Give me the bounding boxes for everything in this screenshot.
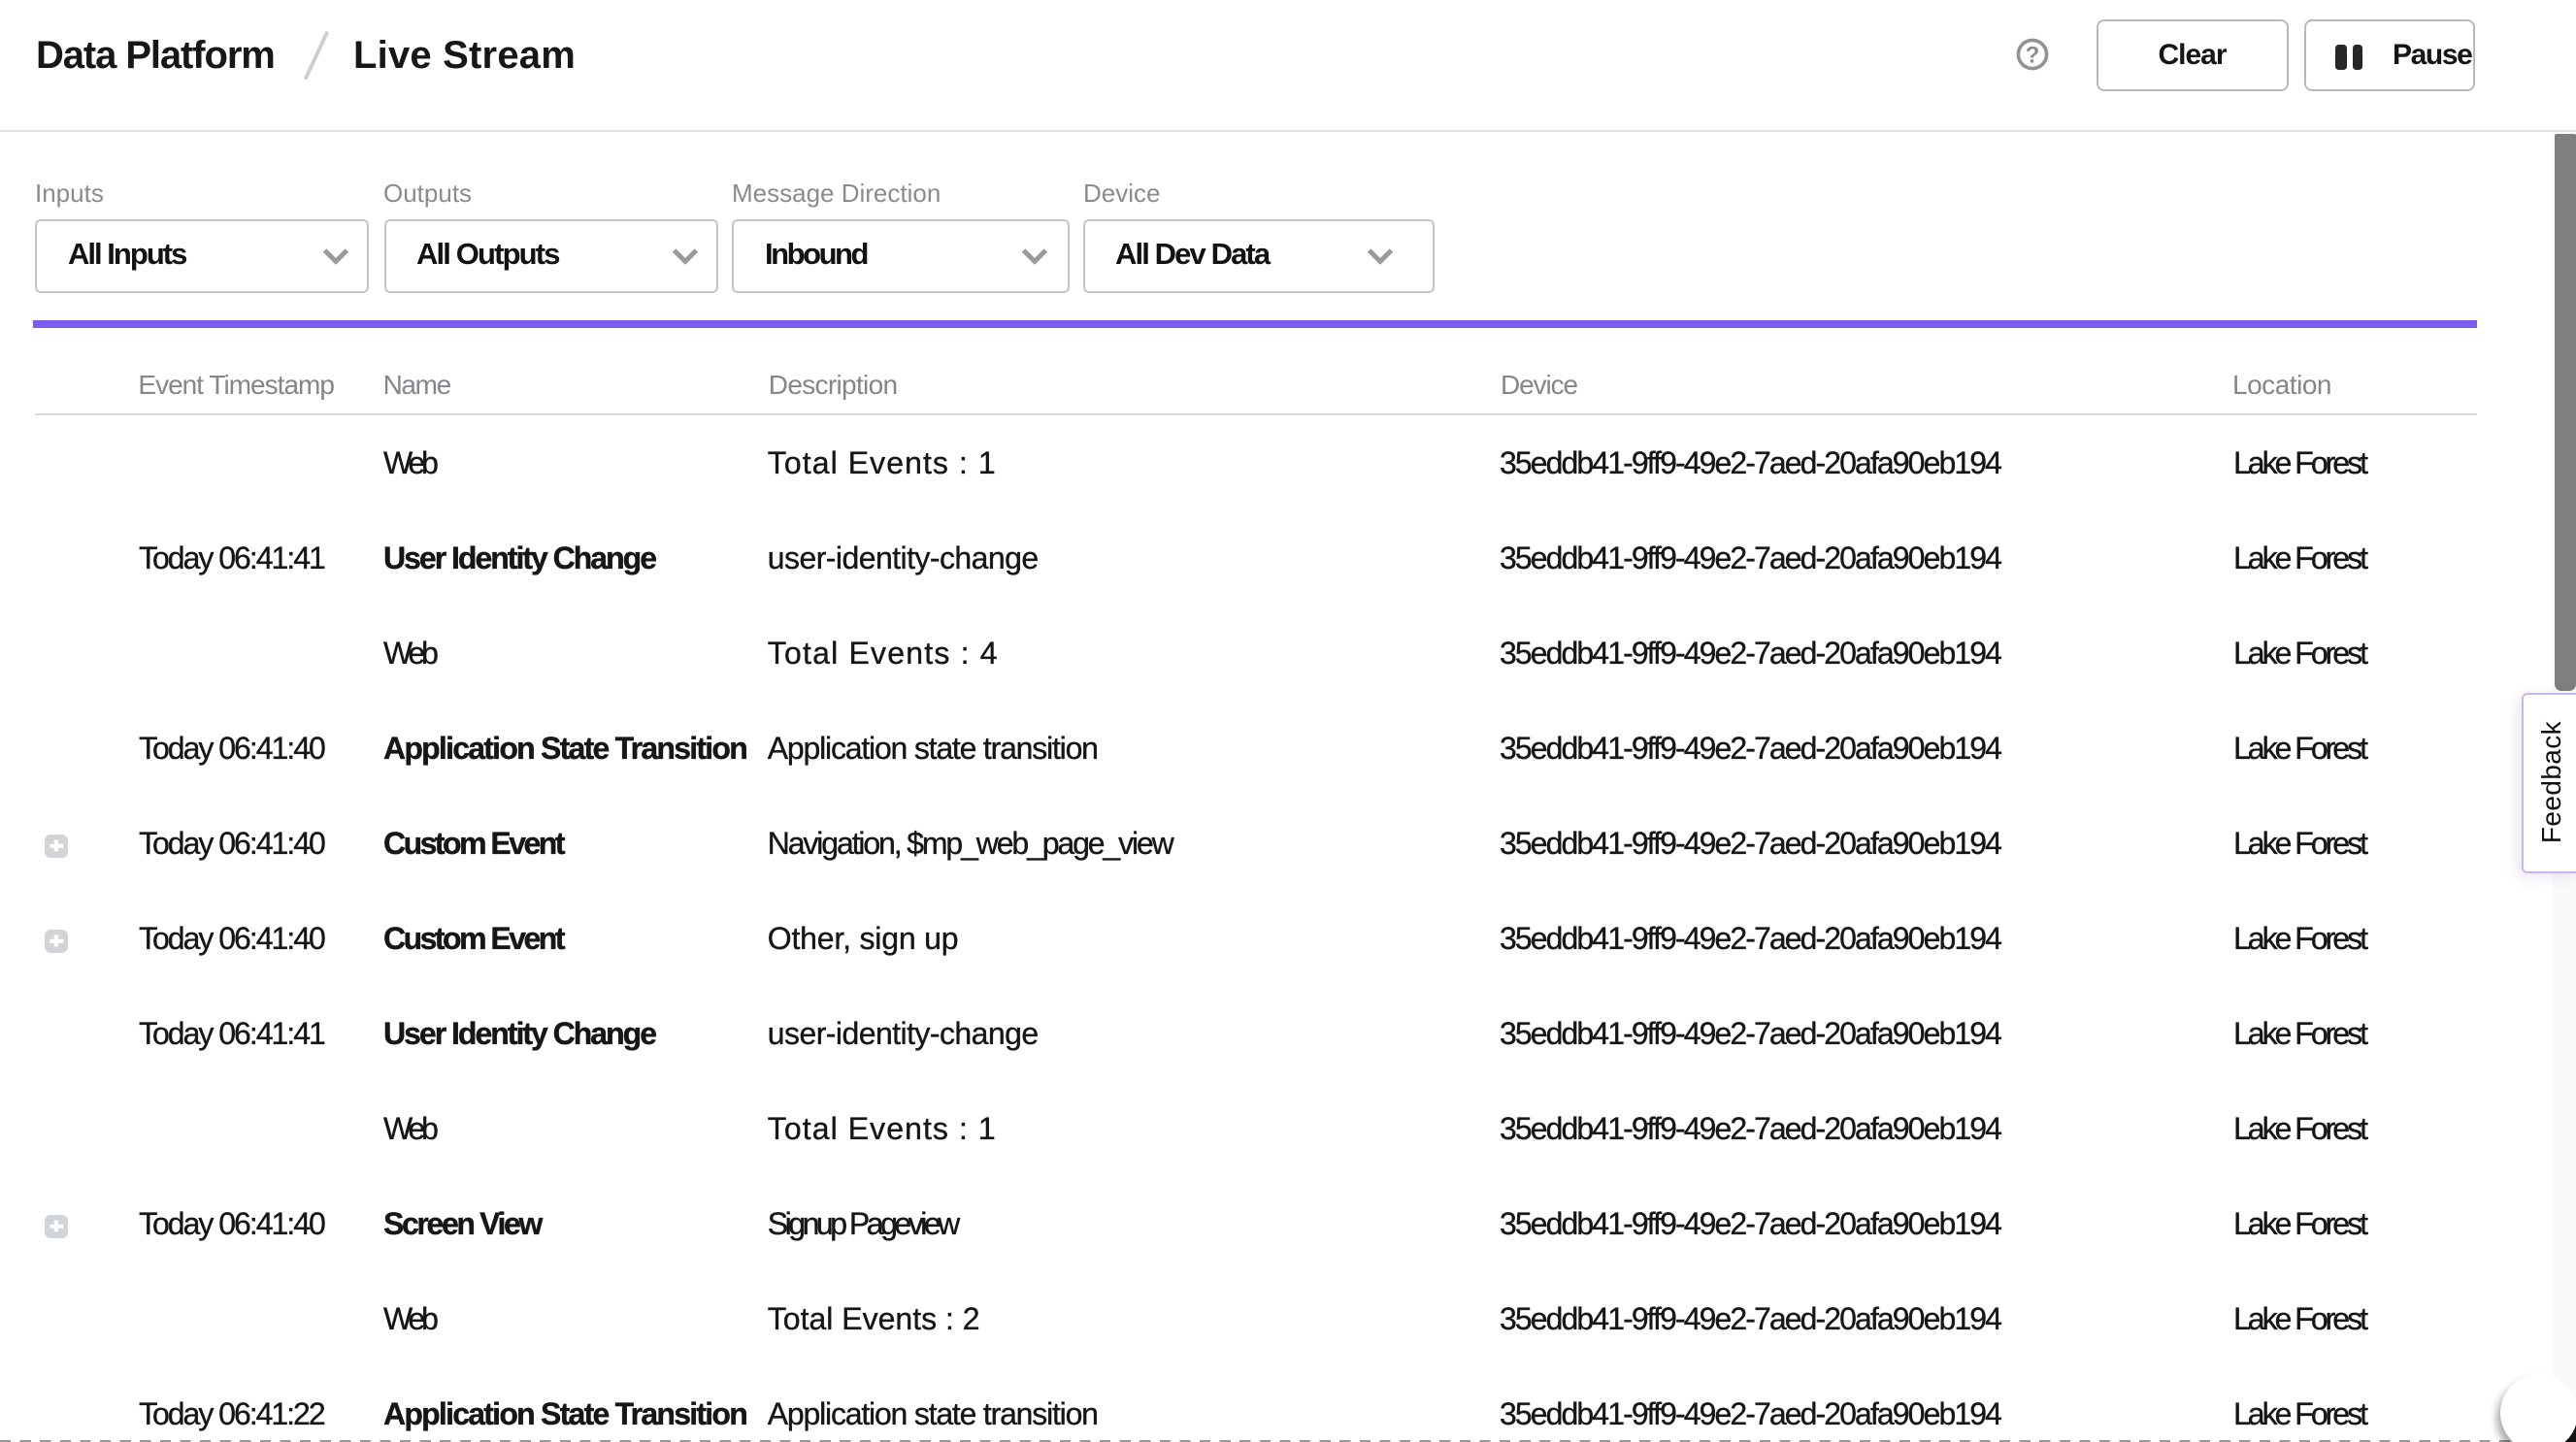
svg-text:?: ? <box>2025 42 2039 68</box>
